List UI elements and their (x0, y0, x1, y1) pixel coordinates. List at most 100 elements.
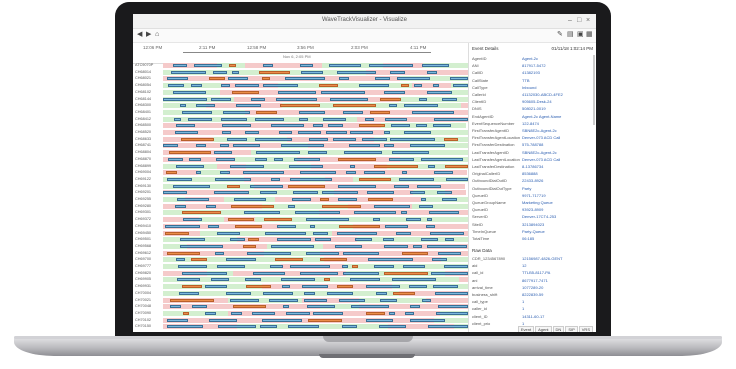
event-bar[interactable] (309, 224, 316, 228)
event-bar[interactable] (288, 184, 325, 188)
field-value-link[interactable]: 9971-717719 (522, 193, 592, 198)
event-bar[interactable] (166, 171, 177, 175)
event-bar[interactable] (195, 144, 206, 148)
event-bar[interactable] (280, 144, 324, 148)
event-bar[interactable] (359, 124, 386, 128)
event-bar[interactable] (444, 238, 455, 242)
event-bar[interactable] (164, 224, 200, 228)
event-bar[interactable] (436, 191, 453, 195)
row-name[interactable]: CH68102 (135, 90, 151, 94)
event-bar[interactable] (258, 70, 290, 74)
event-bar[interactable] (182, 110, 212, 114)
event-bar[interactable] (342, 251, 379, 255)
event-bar[interactable] (166, 251, 201, 255)
event-bar[interactable] (290, 265, 330, 268)
event-bar[interactable] (300, 271, 339, 275)
event-bar[interactable] (320, 90, 365, 94)
row-name[interactable]: CH69255 (135, 197, 151, 201)
timeline-panel[interactable]: 12:06 PM 2:11 PM 12:58 PM 3:56 PM 2:03 P… (133, 43, 469, 332)
event-bar[interactable] (177, 278, 201, 282)
event-bar[interactable] (430, 231, 465, 235)
event-bar[interactable] (338, 224, 380, 228)
event-bar[interactable] (302, 285, 328, 289)
event-bar[interactable] (243, 171, 285, 175)
field-value-link[interactable]: 1 (522, 321, 592, 326)
row-name[interactable]: CH69130 (135, 184, 151, 188)
event-bar[interactable] (334, 244, 363, 248)
event-bar[interactable] (427, 325, 468, 329)
event-bar[interactable] (389, 70, 406, 74)
event-bar[interactable] (411, 110, 454, 114)
event-bar[interactable] (308, 151, 327, 155)
event-bar[interactable] (337, 184, 376, 188)
event-bar[interactable] (263, 64, 274, 67)
event-bar[interactable] (264, 231, 307, 235)
event-bar[interactable] (404, 311, 414, 315)
event-bar[interactable] (348, 144, 381, 148)
event-bar[interactable] (226, 258, 257, 262)
event-bar[interactable] (333, 137, 357, 141)
event-bar[interactable] (337, 285, 353, 289)
event-bar[interactable] (256, 110, 277, 114)
event-bar[interactable] (172, 90, 207, 94)
event-bar[interactable] (275, 258, 304, 262)
event-bar[interactable] (209, 77, 226, 81)
swimlanes[interactable] (163, 63, 468, 332)
event-bar[interactable] (449, 77, 468, 81)
field-value-link[interactable]: 1 (522, 306, 592, 311)
event-bar[interactable] (167, 77, 189, 81)
field-value-link[interactable]: 8-13786734 (522, 164, 592, 169)
event-bar[interactable] (391, 151, 430, 155)
field-value-link[interactable]: 8677917-7471 (522, 278, 592, 283)
event-bar[interactable] (427, 90, 453, 94)
event-bar[interactable] (190, 84, 203, 88)
event-bar[interactable] (205, 204, 216, 208)
event-bar[interactable] (222, 124, 251, 128)
field-value-link[interactable]: TTLB5-8117-PA (522, 270, 592, 275)
event-bar[interactable] (255, 117, 284, 121)
arrow-right-icon[interactable]: ▶ (146, 31, 151, 39)
row-name[interactable]: CH70004 (135, 291, 151, 295)
event-bar[interactable] (338, 298, 366, 302)
event-bar[interactable] (279, 104, 321, 108)
event-bar[interactable] (437, 251, 461, 255)
event-bar[interactable] (187, 117, 213, 121)
event-bar[interactable] (337, 231, 378, 235)
event-bar[interactable] (288, 325, 320, 329)
event-bar[interactable] (368, 64, 413, 67)
layers-icon[interactable]: ▤ (567, 31, 574, 39)
event-bar[interactable] (191, 258, 208, 262)
event-bar[interactable] (380, 298, 397, 302)
minimize-icon[interactable]: – (568, 17, 572, 24)
event-bar[interactable] (255, 151, 300, 155)
event-bar[interactable] (250, 97, 265, 101)
event-bar[interactable] (171, 70, 207, 74)
event-bar[interactable] (229, 238, 245, 242)
event-bar[interactable] (408, 285, 428, 289)
event-bar[interactable] (263, 291, 293, 295)
field-value-link[interactable]: 508021-0019 (522, 106, 592, 111)
event-bar[interactable] (277, 90, 316, 94)
event-bar[interactable] (421, 298, 432, 302)
event-bar[interactable] (230, 204, 275, 208)
arrow-left-icon[interactable]: ◀ (137, 31, 142, 39)
event-bar[interactable] (205, 311, 217, 315)
row-name[interactable]: CH68021 (135, 76, 151, 80)
event-bar[interactable] (178, 265, 208, 268)
event-bar[interactable] (166, 325, 204, 329)
field-value-link[interactable]: 122-8474 (522, 121, 592, 126)
event-bar[interactable] (394, 184, 410, 188)
event-bar[interactable] (369, 110, 390, 114)
event-bar[interactable] (312, 311, 344, 315)
event-bar[interactable] (433, 285, 458, 289)
row-name[interactable]: CH69905 (135, 277, 151, 281)
event-bar[interactable] (443, 137, 459, 141)
field-value-link[interactable]: 575-788788 (522, 142, 592, 147)
event-bar[interactable] (260, 191, 277, 195)
field-value-link[interactable]: 12 (522, 263, 592, 268)
event-bar[interactable] (232, 144, 261, 148)
field-value-link[interactable]: Inbound (522, 85, 592, 90)
event-bar[interactable] (366, 285, 401, 289)
event-bar[interactable] (373, 204, 411, 208)
window-icon[interactable]: ▣ (577, 31, 584, 39)
